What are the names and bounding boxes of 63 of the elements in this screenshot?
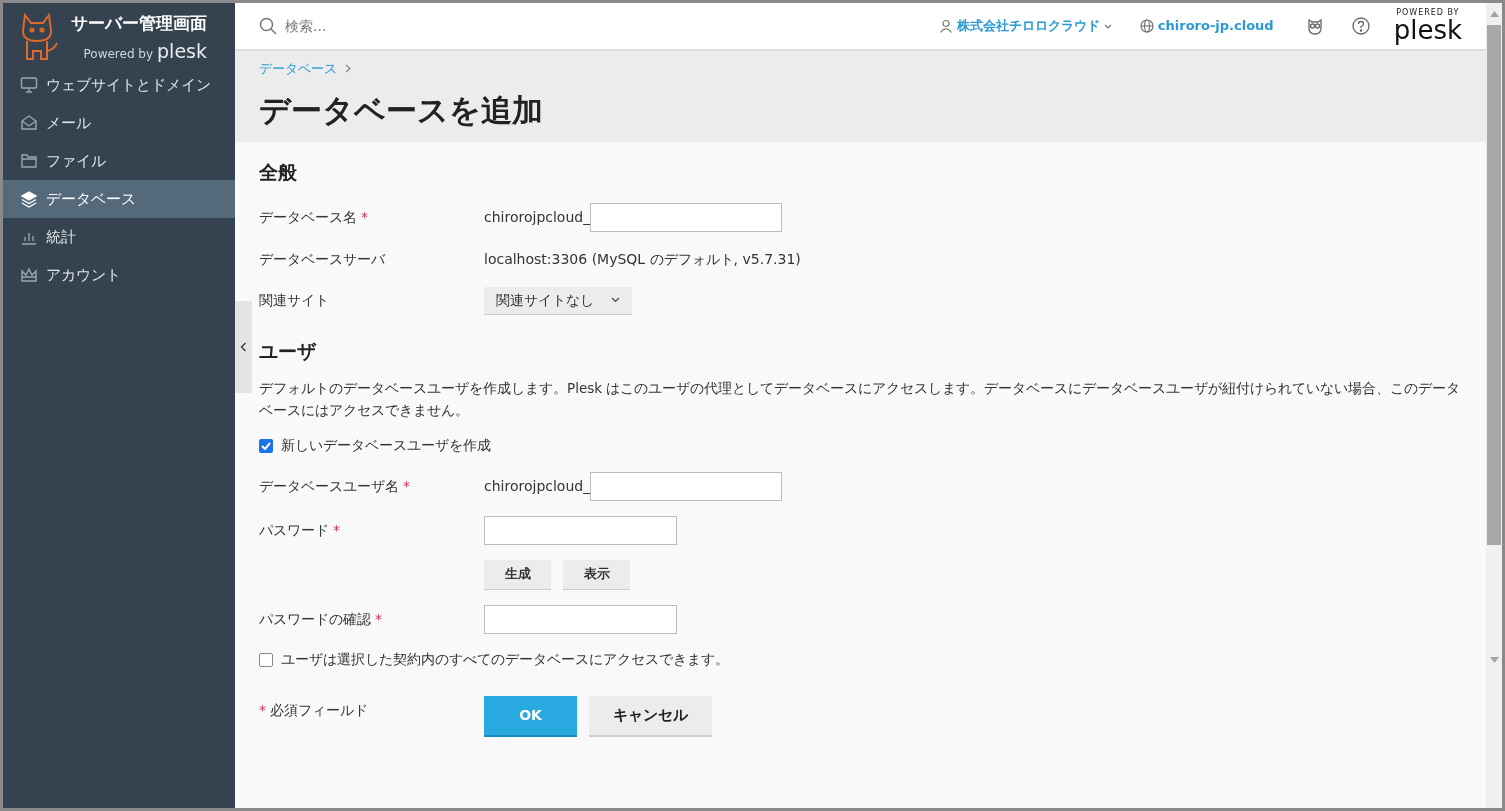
- checkbox[interactable]: [259, 652, 273, 667]
- collapse-sidebar-handle[interactable]: [235, 301, 252, 393]
- field-label: 関連サイト: [259, 291, 329, 310]
- page-title: データベースを追加: [259, 90, 544, 130]
- checkbox-option[interactable]: 新しいデータベースユーザを作成: [259, 435, 1462, 456]
- field-label: パスワード: [259, 521, 329, 540]
- section-heading: 全般: [259, 160, 298, 185]
- checkmark-icon: [261, 441, 271, 450]
- search-icon: [259, 17, 277, 35]
- required-fields-note: 必須フィールド: [270, 701, 368, 720]
- sidebar-item[interactable]: データベース: [3, 180, 235, 218]
- powered-by-text: Powered by: [83, 45, 154, 63]
- powered-by-caption: POWERED BY: [1396, 9, 1460, 17]
- sidebar-item[interactable]: メール: [3, 104, 235, 142]
- field-label: データベース名: [259, 207, 357, 227]
- checkbox[interactable]: [259, 438, 273, 453]
- caret-icon: [1103, 23, 1112, 29]
- required-mark: *: [361, 207, 368, 227]
- user-icon: [938, 19, 953, 33]
- scrollbar[interactable]: [1486, 3, 1502, 808]
- sidebar-item[interactable]: 統計: [3, 218, 235, 256]
- sidebar-item[interactable]: アカウント: [3, 256, 235, 294]
- brand-title: サーバー管理画面: [71, 12, 207, 35]
- required-mark: *: [333, 521, 340, 540]
- sidebar-item[interactable]: ウェブサイトとドメイン: [3, 66, 235, 104]
- help-icon[interactable]: [1351, 17, 1370, 35]
- field-prefix: chirorojpcloud_: [484, 477, 591, 496]
- required-mark: *: [403, 477, 410, 496]
- input-field[interactable]: [590, 202, 783, 232]
- section-heading: ユーザ: [259, 338, 318, 364]
- cat-logo-icon: [19, 11, 59, 63]
- monitor-icon: [20, 76, 38, 94]
- envelope-icon: [20, 114, 38, 132]
- layers-icon: [20, 190, 38, 208]
- field-prefix: chirorojpcloud_: [484, 207, 591, 227]
- chevron-left-icon: [240, 342, 247, 352]
- globe-icon: [1139, 19, 1154, 33]
- input-field[interactable]: [590, 472, 783, 501]
- input-field[interactable]: [484, 516, 677, 545]
- field-label: データベースサーバ: [259, 249, 385, 269]
- owl-icon[interactable]: [1305, 17, 1324, 35]
- form-button[interactable]: 表示: [563, 560, 630, 590]
- chevron-right-icon: [345, 64, 351, 74]
- required-mark: *: [259, 701, 266, 720]
- sidebar-item[interactable]: ファイル: [3, 142, 235, 180]
- input-field[interactable]: [484, 605, 677, 634]
- section-description: デフォルトのデータベースユーザを作成します。Plesk はこのユーザの代理としてデータベースにアクセスします。データベースにデータベースユーザが紐付けられていない場合、このデータベースにはアクセスできません。: [259, 379, 1462, 420]
- chevron-down-icon: [611, 297, 620, 303]
- cancel-button[interactable]: キャンセル: [589, 696, 712, 737]
- scroll-up-arrow-icon[interactable]: [1489, 11, 1499, 17]
- scroll-down-arrow-icon[interactable]: [1489, 657, 1499, 663]
- form-button[interactable]: 生成: [484, 560, 551, 590]
- site-dropdown[interactable]: 関連サイトなし: [484, 286, 632, 315]
- field-label: パスワードの確認: [259, 610, 371, 629]
- crown-icon: [20, 266, 38, 284]
- required-mark: *: [375, 610, 382, 629]
- field-label: データベースユーザ名: [259, 477, 399, 496]
- plesk-logo: plesk: [157, 38, 207, 64]
- search-field[interactable]: 検索...: [285, 15, 585, 37]
- folder-icon: [20, 152, 38, 170]
- checkbox-option[interactable]: ユーザは選択した契約内のすべてのデータベースにアクセスできます。: [259, 649, 1462, 670]
- field-value: localhost:3306 (MySQL のデフォルト, v5.7.31): [484, 249, 801, 269]
- plesk-logo: plesk: [1393, 17, 1462, 43]
